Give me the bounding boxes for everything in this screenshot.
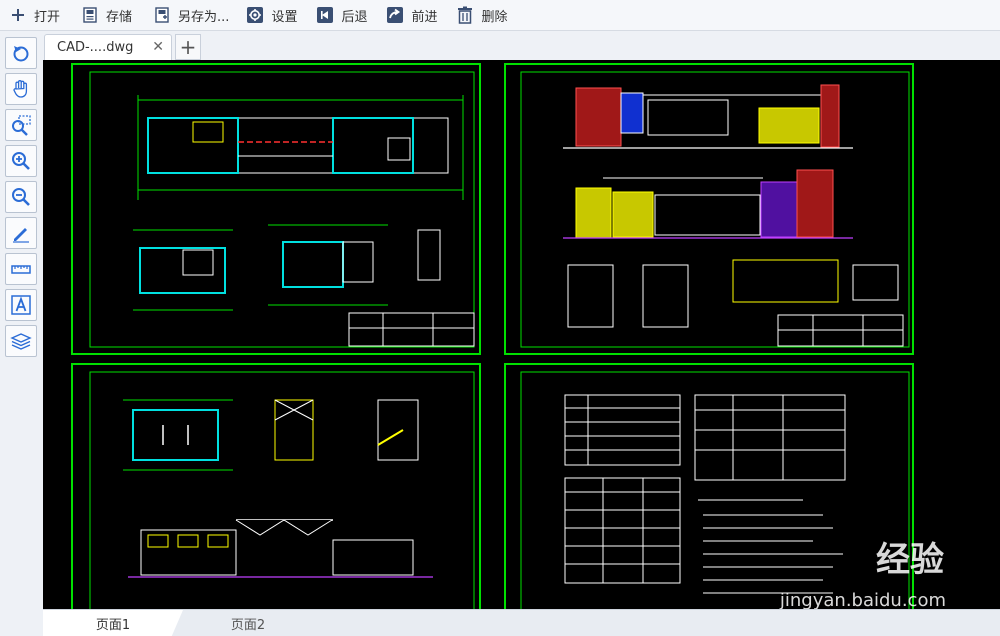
text-a-icon bbox=[11, 295, 31, 315]
document-tab-name: CAD-....dwg bbox=[57, 40, 134, 55]
delete-label: 删除 bbox=[481, 9, 508, 25]
back-label: 后退 bbox=[341, 9, 368, 25]
ruler-icon bbox=[11, 265, 31, 274]
gear-icon bbox=[245, 5, 265, 25]
sheet-notes bbox=[504, 363, 914, 609]
text-tool[interactable] bbox=[5, 289, 37, 321]
plus-icon bbox=[8, 5, 28, 25]
sheet-elevations bbox=[504, 63, 914, 355]
watermark-brand: 经验 bbox=[876, 540, 944, 580]
zoom-in-tool[interactable] bbox=[5, 145, 37, 177]
left-tool-panel bbox=[0, 31, 43, 636]
layers-icon bbox=[10, 333, 32, 350]
zoom-out-icon bbox=[12, 188, 30, 206]
zoom-window-tool[interactable] bbox=[5, 109, 37, 141]
back-button[interactable]: 后退 bbox=[309, 0, 373, 31]
pan-hand-tool[interactable] bbox=[5, 73, 37, 105]
sheet-roof-elevation bbox=[71, 363, 481, 609]
settings-button[interactable]: 设置 bbox=[239, 0, 303, 31]
cad-drawing bbox=[71, 63, 914, 609]
pen-icon bbox=[13, 228, 29, 243]
trash-icon bbox=[455, 5, 475, 25]
zoom-out-tool[interactable] bbox=[5, 181, 37, 213]
zoom-window-icon bbox=[12, 115, 31, 136]
save-as-icon bbox=[152, 5, 172, 25]
document-tab-bar: CAD-....dwg ✕ + bbox=[43, 31, 1000, 60]
save-button[interactable]: 存储 bbox=[74, 0, 138, 31]
page-tab-bar: 页面1 页面2 bbox=[43, 609, 1000, 636]
save-as-button[interactable]: 另存为... bbox=[146, 0, 235, 31]
add-tab-button[interactable]: + bbox=[175, 34, 201, 60]
document-tab[interactable]: CAD-....dwg ✕ bbox=[44, 34, 172, 60]
rotate-icon bbox=[13, 46, 29, 62]
measure-ruler-tool[interactable] bbox=[5, 253, 37, 285]
rotate-view-tool[interactable] bbox=[5, 37, 37, 69]
back-arrow-icon bbox=[315, 5, 335, 25]
page-tab-1[interactable]: 页面1 bbox=[43, 610, 183, 636]
main-toolbar: 打开 存储 另存为... 设置 后退 前进 删除 bbox=[0, 0, 1000, 31]
delete-button[interactable]: 删除 bbox=[449, 0, 513, 31]
close-icon[interactable]: ✕ bbox=[152, 39, 164, 55]
forward-label: 前进 bbox=[411, 9, 438, 25]
settings-label: 设置 bbox=[271, 9, 298, 25]
watermark-url: jingyan.baidu.com bbox=[779, 590, 946, 611]
layers-tool[interactable] bbox=[5, 325, 37, 357]
forward-button[interactable]: 前进 bbox=[379, 0, 443, 31]
forward-arrow-icon bbox=[385, 5, 405, 25]
open-label: 打开 bbox=[34, 9, 61, 25]
hand-icon bbox=[13, 80, 28, 98]
save-as-label: 另存为... bbox=[178, 9, 230, 25]
drawing-canvas[interactable] bbox=[43, 60, 1000, 609]
page-tab-2[interactable]: 页面2 bbox=[178, 610, 318, 636]
cad-viewer-app: 打开 存储 另存为... 设置 后退 前进 删除 CAD-....dwg ✕ +… bbox=[0, 0, 1000, 636]
open-button[interactable]: 打开 bbox=[0, 0, 66, 31]
sheet-plans bbox=[71, 63, 481, 355]
save-icon bbox=[80, 5, 100, 25]
save-label: 存储 bbox=[106, 9, 133, 25]
draw-pen-tool[interactable] bbox=[5, 217, 37, 249]
zoom-in-icon bbox=[12, 152, 30, 170]
